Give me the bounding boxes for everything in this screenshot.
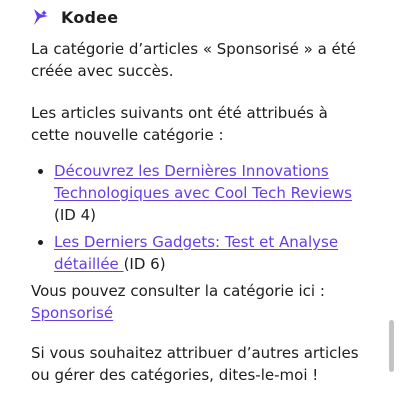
kodee-logo-icon bbox=[34, 9, 48, 25]
article-link[interactable]: Les Derniers Gadgets: Test et Analyse dé… bbox=[54, 233, 338, 273]
article-link[interactable]: Découvrez les Dernières Innovations Tech… bbox=[54, 162, 352, 202]
message-paragraph: Vous pouvez consulter la catégorie ici :… bbox=[31, 280, 361, 324]
assistant-name: Kodee bbox=[61, 7, 119, 27]
list-item: Les Derniers Gadgets: Test et Analyse dé… bbox=[38, 231, 361, 275]
article-id: (ID 6) bbox=[123, 255, 166, 273]
consult-text: Vous pouvez consulter la catégorie ici : bbox=[31, 282, 325, 300]
article-list: Découvrez les Dernières Innovations Tech… bbox=[31, 160, 361, 275]
scrollbar-thumb[interactable] bbox=[389, 320, 394, 372]
category-link[interactable]: Sponsorisé bbox=[31, 304, 113, 322]
article-id: (ID 4) bbox=[54, 206, 96, 224]
list-item: Découvrez les Dernières Innovations Tech… bbox=[38, 160, 361, 226]
assistant-header: Kodee bbox=[31, 6, 118, 28]
scrollbar[interactable] bbox=[388, 0, 396, 398]
message-paragraph: La catégorie d’articles « Sponsorisé » a… bbox=[31, 40, 356, 80]
message-paragraph: Si vous souhaitez attribuer d’autres art… bbox=[31, 344, 359, 384]
assistant-message: La catégorie d’articles « Sponsorisé » a… bbox=[31, 38, 361, 386]
message-paragraph: Les articles suivants ont été attribués … bbox=[31, 104, 328, 144]
chat-panel: Kodee La catégorie d’articles « Sponsori… bbox=[0, 0, 405, 398]
